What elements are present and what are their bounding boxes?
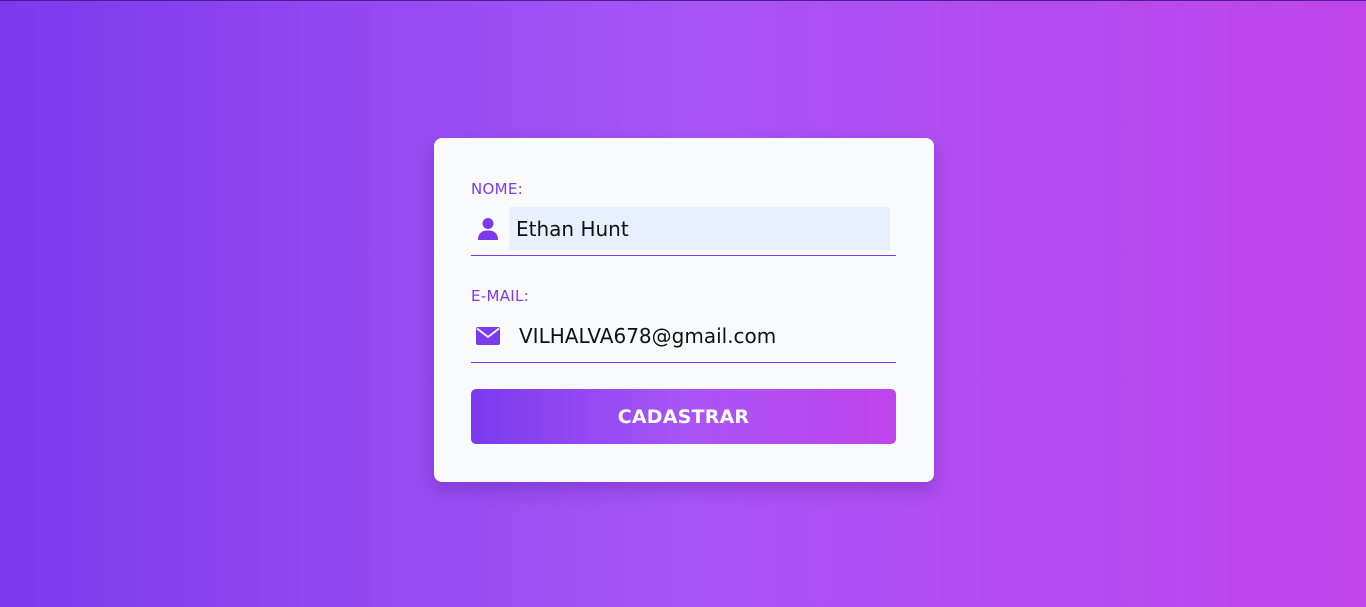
email-input-row xyxy=(471,314,896,363)
envelope-icon xyxy=(476,324,500,348)
email-input[interactable] xyxy=(509,314,890,357)
name-label: NOME: xyxy=(471,180,524,198)
email-label: E-MAIL: xyxy=(471,287,530,305)
name-input[interactable] xyxy=(509,207,890,250)
submit-button[interactable]: CADASTRAR xyxy=(471,389,896,444)
user-icon xyxy=(476,217,500,241)
email-field-group: E-MAIL: xyxy=(471,287,896,363)
name-field-group: NOME: xyxy=(471,180,896,256)
name-input-row xyxy=(471,207,896,256)
signup-card: NOME: E-MAIL: CADASTRAR xyxy=(434,138,934,482)
